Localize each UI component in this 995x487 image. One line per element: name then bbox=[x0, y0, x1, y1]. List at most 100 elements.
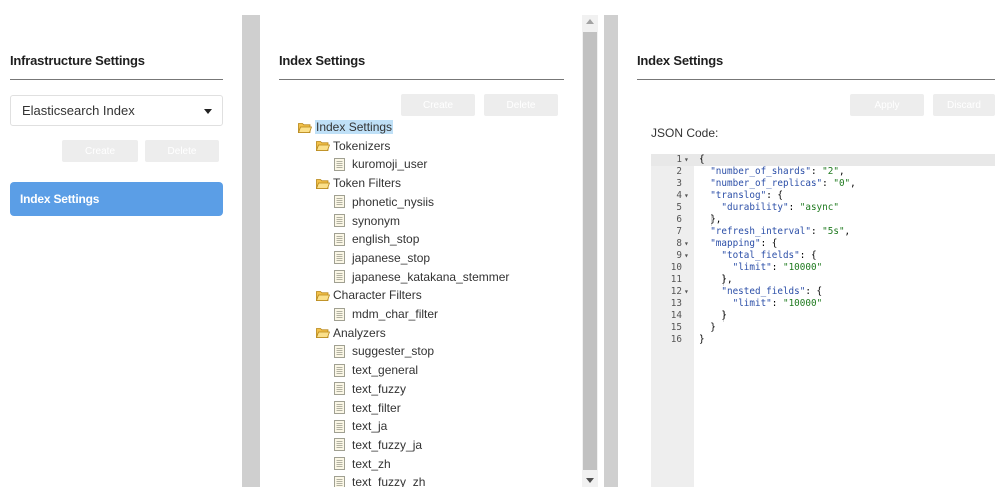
file-icon bbox=[334, 363, 345, 377]
tree-item-label: suggester_stop bbox=[352, 344, 435, 359]
tree-item[interactable]: text_zh bbox=[334, 455, 391, 473]
tree-item-label: text_fuzzy_ja bbox=[352, 437, 423, 452]
folder-open-icon bbox=[315, 327, 331, 339]
tree-item-label: text_zh bbox=[352, 456, 391, 471]
panel-title-index-settings: Index Settings bbox=[279, 53, 366, 68]
code-text: } bbox=[699, 322, 716, 333]
tree-item-label: japanese_katakana_stemmer bbox=[352, 269, 510, 284]
fold-toggle-icon[interactable]: ▾ bbox=[684, 286, 689, 298]
delete-button[interactable]: Delete bbox=[145, 140, 219, 162]
apply-button[interactable]: Apply bbox=[850, 94, 924, 116]
line-number: 7 bbox=[676, 226, 682, 237]
file-icon bbox=[334, 344, 345, 358]
code-text: "refresh_interval": "5s", bbox=[710, 226, 851, 237]
line-number: 4 bbox=[676, 190, 682, 201]
fold-toggle-icon[interactable]: ▾ bbox=[684, 190, 689, 202]
tree-item[interactable]: synonym bbox=[334, 212, 400, 230]
file-icon bbox=[334, 457, 345, 470]
scrollbar-thumb[interactable] bbox=[583, 32, 597, 470]
fold-toggle-icon[interactable]: ▾ bbox=[684, 250, 689, 262]
tree-item[interactable]: text_filter bbox=[334, 399, 401, 417]
code-line: 3 "number_of_replicas": "0", bbox=[651, 178, 995, 190]
create-button[interactable]: Create bbox=[401, 94, 475, 116]
tree-item[interactable]: phonetic_nysiis bbox=[334, 193, 434, 211]
line-number: 2 bbox=[676, 166, 682, 177]
tree-item-label: mdm_char_filter bbox=[352, 307, 439, 321]
index-type-dropdown[interactable]: Elasticsearch Index bbox=[10, 95, 223, 126]
tree-item-label: text_filter bbox=[352, 400, 401, 415]
folder-open-icon bbox=[315, 290, 331, 301]
tree-item-label: text_general bbox=[352, 363, 419, 378]
code-line: 1 ▾ { bbox=[651, 154, 995, 166]
create-button[interactable]: Create bbox=[62, 140, 138, 162]
tree-folder[interactable]: Index Settings bbox=[297, 118, 394, 136]
code-text: } bbox=[699, 334, 705, 345]
tree-item[interactable]: kuromoji_user bbox=[334, 155, 427, 173]
code-text: } bbox=[699, 310, 727, 321]
title-divider bbox=[279, 79, 564, 80]
code-line: 4 ▾ "translog": { bbox=[651, 190, 995, 202]
scroll-up-arrow-icon[interactable] bbox=[586, 19, 594, 24]
json-code-editor[interactable]: 1 ▾{2 "number_of_shards": "2", 3 "number_o… bbox=[651, 154, 995, 487]
folder-open-icon bbox=[297, 122, 313, 133]
fold-toggle-icon[interactable]: ▾ bbox=[684, 154, 689, 166]
nav-item-index-settings[interactable]: Index Settings bbox=[10, 182, 223, 216]
tree-item[interactable]: english_stop bbox=[334, 230, 419, 248]
file-icon bbox=[334, 307, 345, 321]
tree-item-label: Index Settings bbox=[315, 120, 394, 134]
line-number: 11 bbox=[670, 274, 682, 285]
tree-item[interactable]: text_fuzzy bbox=[334, 380, 406, 398]
tree-item[interactable]: mdm_char_filter bbox=[334, 305, 438, 323]
tree-folder[interactable]: Character Filters bbox=[315, 286, 422, 304]
tree-item[interactable]: japanese_katakana_stemmer bbox=[334, 268, 509, 286]
code-text: "translog": { bbox=[710, 190, 783, 201]
tree-item[interactable]: text_general bbox=[334, 361, 418, 379]
line-number: 16 bbox=[670, 334, 682, 345]
line-number: 14 bbox=[670, 310, 682, 321]
tree-folder[interactable]: Tokenizers bbox=[315, 137, 390, 155]
file-icon bbox=[334, 157, 345, 171]
line-number: 1 bbox=[676, 154, 682, 165]
panel-splitter-left[interactable] bbox=[242, 15, 260, 487]
code-line: 13 "limit": "10000" bbox=[651, 298, 995, 310]
code-text: "number_of_replicas": "0", bbox=[710, 178, 856, 189]
line-number: 13 bbox=[670, 298, 682, 309]
delete-button[interactable]: Delete bbox=[484, 94, 558, 116]
code-text: }, bbox=[699, 274, 733, 285]
fold-toggle-icon[interactable]: ▾ bbox=[684, 238, 689, 250]
code-text: { bbox=[699, 154, 705, 165]
tree-item[interactable]: text_fuzzy_ja bbox=[334, 436, 422, 454]
tree-item-label: Character Filters bbox=[333, 288, 422, 303]
file-icon bbox=[334, 251, 345, 265]
tree-item-label: japanese_stop bbox=[352, 250, 431, 265]
folder-open-icon bbox=[315, 178, 331, 189]
file-icon bbox=[334, 195, 345, 209]
code-text: "mapping": { bbox=[710, 238, 778, 249]
file-icon bbox=[334, 475, 345, 487]
file-icon bbox=[334, 401, 345, 414]
code-text: "limit": "10000" bbox=[732, 262, 823, 273]
code-line: 5 "durability": "async" bbox=[651, 202, 995, 214]
code-line: 6 }, bbox=[651, 214, 995, 226]
tree-item-label: kuromoji_user bbox=[352, 157, 428, 172]
tree-folder[interactable]: Token Filters bbox=[315, 174, 401, 192]
folder-open-icon bbox=[315, 140, 331, 152]
tree-item[interactable]: suggester_stop bbox=[334, 342, 434, 360]
line-number: 9 bbox=[676, 250, 682, 261]
title-divider bbox=[10, 79, 223, 80]
tree-item[interactable]: text_fuzzy_zh bbox=[334, 473, 425, 487]
discard-button[interactable]: Discard bbox=[933, 94, 995, 116]
tree-folder[interactable]: Analyzers bbox=[315, 324, 386, 342]
line-number: 8 bbox=[676, 238, 682, 249]
file-icon bbox=[334, 214, 345, 227]
panel-splitter-right[interactable] bbox=[604, 15, 618, 487]
code-line: 11 }, bbox=[651, 274, 995, 286]
code-line: 7 "refresh_interval": "5s", bbox=[651, 226, 995, 238]
line-number: 6 bbox=[676, 214, 682, 225]
tree-item[interactable]: text_ja bbox=[334, 417, 387, 435]
tree-item-label: text_ja bbox=[352, 419, 388, 434]
tree-item[interactable]: japanese_stop bbox=[334, 249, 430, 267]
code-line: 14 } bbox=[651, 310, 995, 322]
code-line: 15 } bbox=[651, 322, 995, 334]
scroll-down-arrow-icon[interactable] bbox=[586, 478, 594, 483]
